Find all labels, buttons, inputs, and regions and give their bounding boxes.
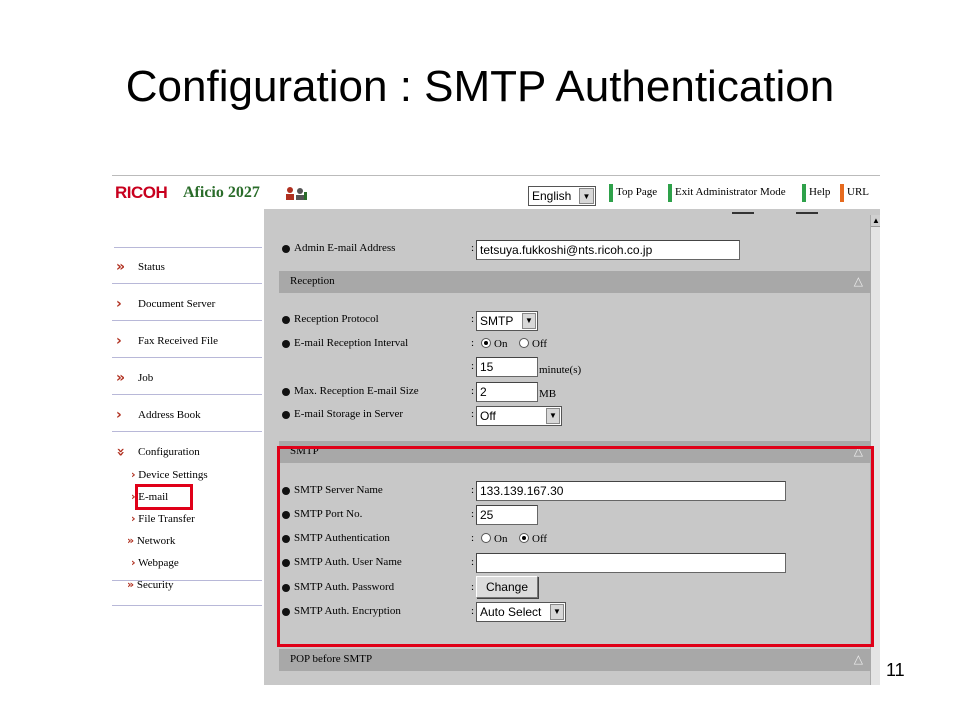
- administrator-icon: [286, 187, 307, 200]
- chevron-down-icon[interactable]: ▼: [546, 408, 560, 424]
- sidebar-item-document-server[interactable]: › Document Server: [112, 285, 262, 321]
- pop-before-smtp-section-header[interactable]: POP before SMTP △: [279, 649, 871, 671]
- double-chevron-icon: »: [116, 259, 126, 275]
- interval-unit: minute(s): [539, 364, 582, 376]
- language-select[interactable]: English ▼: [528, 186, 596, 206]
- sidebar-item-fax-received-file[interactable]: › Fax Received File: [112, 322, 262, 358]
- sidebar-item-status[interactable]: » Status: [112, 248, 262, 284]
- double-chevron-icon: »: [116, 370, 126, 386]
- reception-protocol-select[interactable]: SMTP ▼: [476, 311, 538, 331]
- admin-email-input[interactable]: tetsuya.fukkoshi@nts.ricoh.co.jp: [476, 240, 740, 260]
- interval-off-radio[interactable]: [519, 338, 529, 348]
- reception-section-header[interactable]: Reception △: [279, 271, 871, 293]
- sidebar-subitem-network[interactable]: » Network: [127, 534, 175, 554]
- reception-protocol-row: Reception Protocol :: [264, 311, 864, 333]
- chevron-icon: ›: [131, 468, 136, 481]
- chevron-icon: ›: [131, 512, 136, 525]
- sidebar: » Status › Document Server › Fax Receive…: [112, 209, 262, 685]
- chevron-down-icon[interactable]: ▼: [522, 313, 536, 329]
- top-page-link[interactable]: Top Page: [609, 184, 657, 202]
- ricoh-logo: RICOH: [115, 183, 168, 202]
- scroll-up-icon[interactable]: ▲: [871, 215, 880, 227]
- web-image-monitor-screenshot: RICOH Aficio 2027 English ▼ Top Page Exi…: [112, 175, 880, 685]
- help-link[interactable]: Help: [802, 184, 830, 202]
- chevron-icon: ›: [131, 556, 136, 569]
- language-value: English: [532, 189, 572, 203]
- max-size-input[interactable]: 2: [476, 382, 538, 402]
- email-storage-select[interactable]: Off ▼: [476, 406, 562, 426]
- sidebar-subitem-file-transfer[interactable]: › File Transfer: [131, 512, 195, 532]
- header: RICOH Aficio 2027 English ▼ Top Page Exi…: [112, 175, 880, 209]
- chevron-icon: ›: [116, 296, 122, 312]
- double-chevron-icon: »: [127, 578, 135, 591]
- max-size-row: Max. Reception E-mail Size :: [264, 383, 864, 405]
- interval-on-radio[interactable]: [481, 338, 491, 348]
- email-highlight-box: [135, 484, 193, 510]
- chevron-icon: ›: [116, 333, 122, 349]
- reception-interval-input[interactable]: 15: [476, 357, 538, 377]
- model-name: Aficio 2027: [183, 184, 260, 201]
- sidebar-item-address-book[interactable]: › Address Book: [112, 396, 262, 432]
- collapse-icon[interactable]: △: [854, 274, 863, 288]
- max-size-unit: MB: [539, 388, 557, 400]
- page-number: 11: [886, 660, 905, 680]
- email-storage-row: E-mail Storage in Server :: [264, 406, 864, 428]
- double-chevron-down-icon: »: [112, 447, 129, 457]
- sidebar-item-job[interactable]: » Job: [112, 359, 262, 395]
- chevron-icon: ›: [116, 407, 122, 423]
- collapse-icon[interactable]: △: [854, 652, 863, 666]
- double-chevron-icon: »: [127, 534, 135, 547]
- chevron-down-icon[interactable]: ▼: [579, 188, 594, 204]
- url-link[interactable]: URL: [840, 184, 869, 202]
- reception-interval-row: E-mail Reception Interval : On Off: [264, 335, 864, 357]
- smtp-highlight-box: [277, 446, 874, 647]
- sidebar-subitem-webpage[interactable]: › Webpage: [131, 556, 179, 576]
- exit-admin-mode-link[interactable]: Exit Administrator Mode: [668, 184, 786, 202]
- sidebar-subitem-security[interactable]: » Security: [127, 578, 174, 598]
- slide-title: Configuration : SMTP Authentication: [125, 62, 835, 111]
